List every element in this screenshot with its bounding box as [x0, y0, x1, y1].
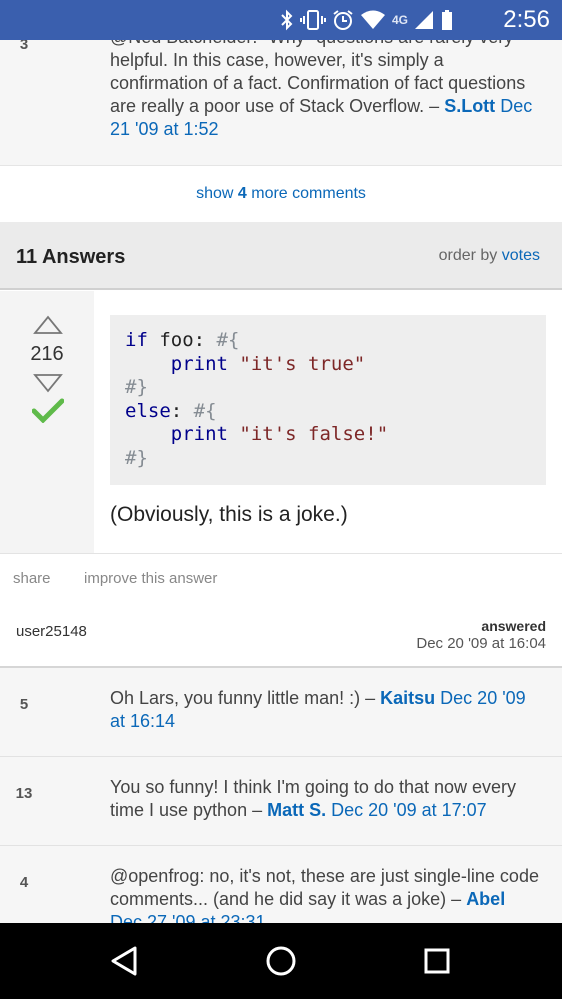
comment-date-link[interactable]: Dec 27 '09 at 23:31 — [110, 912, 266, 923]
status-icons: 4G — [280, 8, 454, 32]
comment-text: Oh Lars, you funny little man! :) – Kait… — [110, 687, 540, 733]
battery-icon — [442, 10, 452, 30]
author-name-link[interactable]: user25148 — [16, 623, 87, 640]
bluetooth-icon — [281, 9, 293, 31]
back-icon — [111, 946, 137, 976]
improve-answer-link[interactable]: improve this answer — [84, 570, 217, 587]
share-link[interactable]: share — [13, 570, 51, 587]
comment-score: 5 — [19, 696, 29, 713]
upvote-arrow-icon[interactable] — [33, 315, 63, 335]
recents-icon — [424, 948, 450, 974]
home-icon — [266, 946, 296, 976]
signal-icon — [415, 11, 433, 29]
comment-body: Oh Lars, you funny little man! :) – — [110, 688, 376, 708]
home-button[interactable] — [259, 939, 303, 983]
comment-score: 4 — [19, 874, 29, 891]
back-button[interactable] — [102, 939, 146, 983]
comment-text: You so funny! I think I'm going to do th… — [110, 776, 540, 822]
order-by: order by votes — [439, 247, 540, 265]
order-by-label: order by — [438, 247, 498, 264]
wifi-icon — [360, 10, 385, 29]
vibrate-icon — [299, 10, 326, 30]
answer-actions: share improve this answer — [0, 553, 562, 603]
comment-user-link[interactable]: Matt S. — [267, 800, 326, 820]
show-more-prefix: show — [196, 185, 234, 202]
vote-count: 216 — [30, 343, 64, 365]
accepted-checkmark-icon — [32, 398, 64, 423]
answer-author-row: user25148 answered Dec 20 '09 at 16:04 — [0, 602, 562, 668]
comment-text: @Ned Batchelder: "Why" questions are rar… — [110, 26, 540, 141]
downvote-arrow-icon[interactable] — [33, 373, 63, 393]
status-bar: 4G 2:56 — [0, 0, 562, 40]
comment-item: 4 @openfrog: no, it's not, these are jus… — [0, 846, 562, 923]
comment-date-link[interactable]: Dec 20 '09 at 17:07 — [331, 800, 487, 820]
show-more-suffix: more comments — [251, 185, 366, 202]
comment-item: 13 You so funny! I think I'm going to do… — [0, 757, 562, 846]
answers-header: 11 Answers order by votes — [0, 222, 562, 290]
navigation-bar — [0, 923, 562, 999]
order-by-votes-link[interactable]: votes — [502, 247, 540, 264]
network-type: 4G — [391, 13, 408, 27]
show-more-count: 4 — [237, 185, 247, 202]
answer-text: (Obviously, this is a joke.) — [110, 503, 348, 526]
recents-button[interactable] — [415, 939, 459, 983]
answers-count-title: 11 Answers — [16, 246, 126, 268]
alarm-icon — [333, 10, 353, 30]
answer: 216 if foo: #{ print "it's true" #} else… — [0, 291, 562, 553]
clock: 2:56 — [503, 6, 550, 33]
comment-user-link[interactable]: Abel — [466, 889, 505, 909]
comment-user-link[interactable]: S.Lott — [444, 96, 495, 116]
answered-label: answered — [481, 618, 546, 634]
vote-column: 216 — [0, 291, 94, 553]
answered-date: Dec 20 '09 at 16:04 — [416, 635, 546, 652]
code-block: if foo: #{ print "it's true" #} else: #{… — [110, 315, 546, 485]
comment-score: 13 — [15, 785, 33, 802]
comment-text: @openfrog: no, it's not, these are just … — [110, 865, 540, 923]
show-more-comments-link[interactable]: show 4 more comments — [0, 165, 562, 223]
comment-item: 5 Oh Lars, you funny little man! :) – Ka… — [0, 668, 562, 757]
comment-user-link[interactable]: Kaitsu — [380, 688, 435, 708]
